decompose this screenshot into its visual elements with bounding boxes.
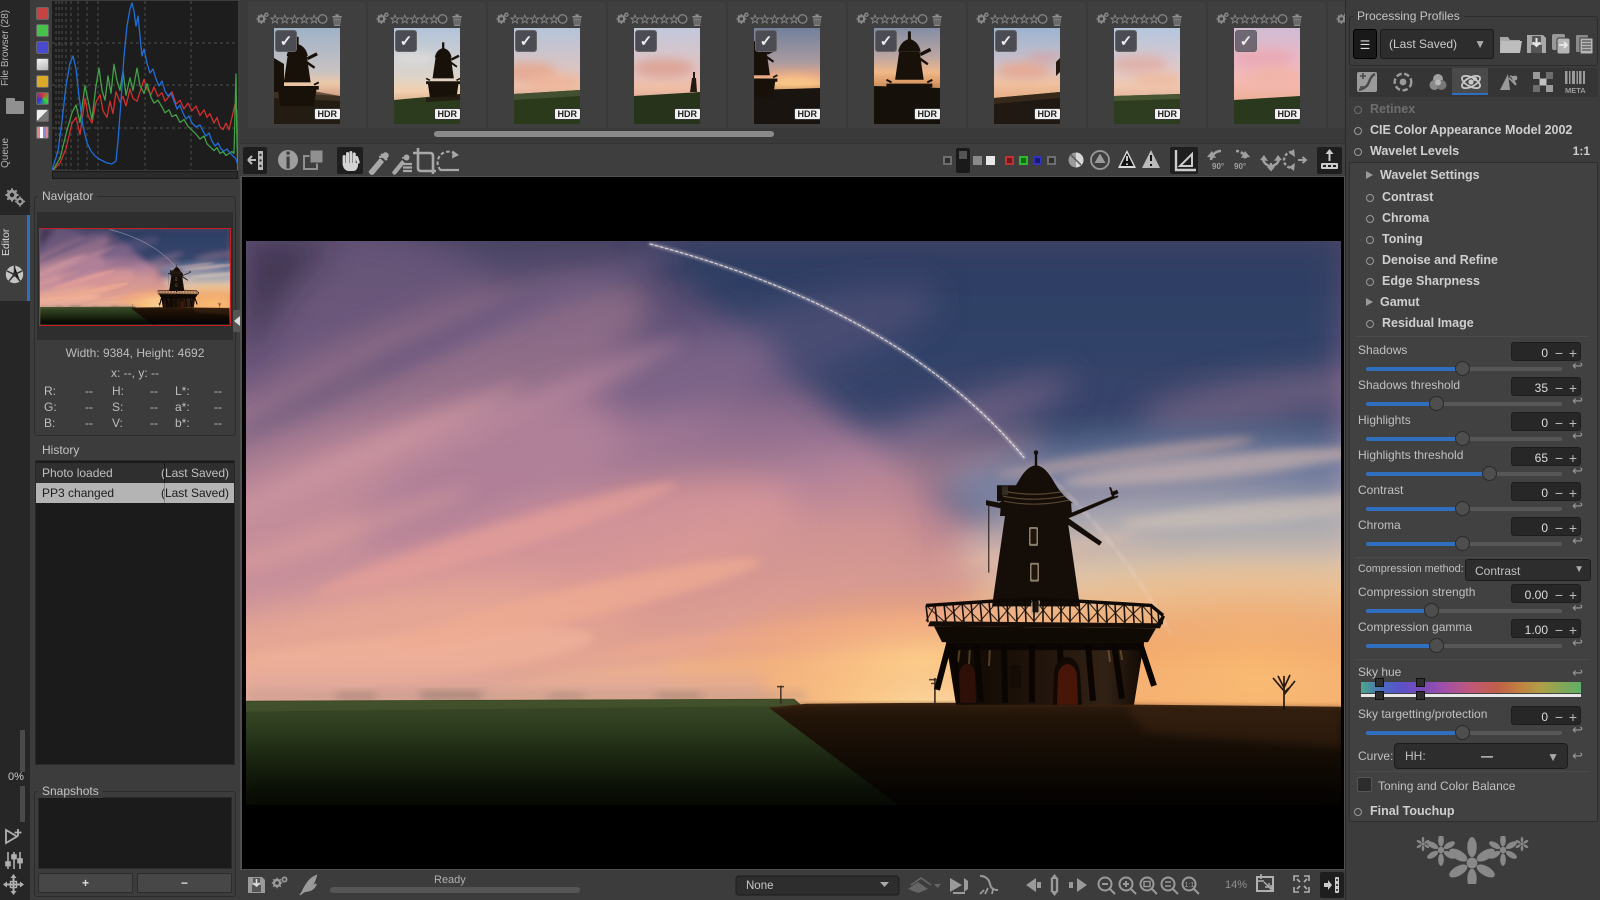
svg-text:14%: 14% (1225, 879, 1247, 891)
svg-text:1:1: 1:1 (1185, 882, 1195, 889)
svg-text:Ready: Ready (434, 874, 466, 886)
svg-text:90°: 90° (1212, 162, 1224, 171)
svg-text:None: None (746, 880, 774, 892)
svg-text:90°: 90° (1234, 162, 1246, 171)
svg-text:META: META (1565, 86, 1586, 95)
